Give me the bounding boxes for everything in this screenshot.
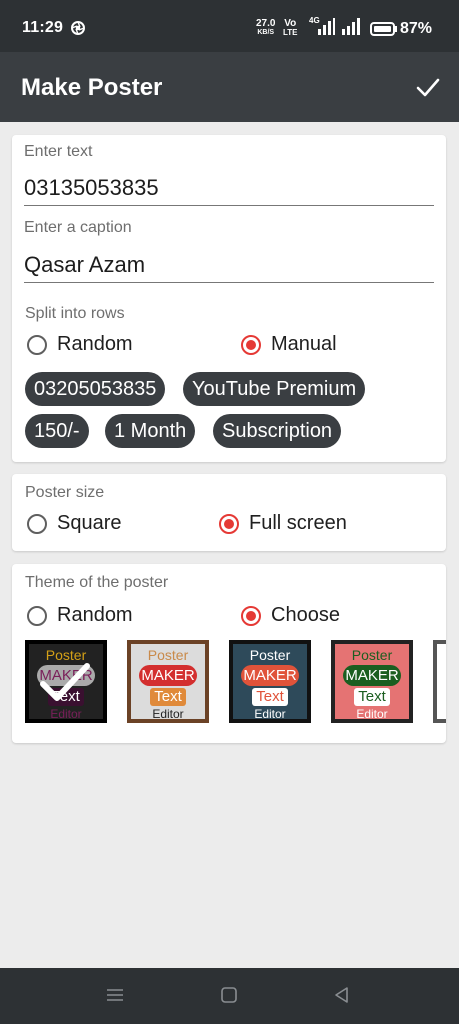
theme-label: Theme of the poster xyxy=(25,574,169,591)
radio-circle xyxy=(27,605,47,626)
theme-thumbnail-4[interactable]: Poster MAKER Text Editor xyxy=(331,640,413,723)
radio-circle xyxy=(241,334,261,355)
caption-input[interactable] xyxy=(24,248,434,283)
battery-icon xyxy=(370,22,397,36)
radio-label: Random xyxy=(57,333,133,355)
radio-label: Manual xyxy=(271,333,337,355)
radio-circle xyxy=(27,334,47,355)
size-label: Poster size xyxy=(25,484,105,501)
app-bar: Make Poster xyxy=(0,52,459,122)
row-chip[interactable]: YouTube Premium xyxy=(183,372,366,406)
theme-choose-radio[interactable]: Choose xyxy=(241,604,340,627)
theme-random-radio[interactable]: Random xyxy=(27,604,133,627)
size-square-radio[interactable]: Square xyxy=(27,512,122,535)
theme-line-3: Text xyxy=(252,688,288,706)
theme-thumbnail-1[interactable]: Poster MAKER Text Editor xyxy=(25,640,107,723)
theme-line-2: MAKER xyxy=(241,665,299,686)
split-random-radio[interactable]: Random xyxy=(27,333,133,356)
back-icon[interactable] xyxy=(333,986,351,1004)
volte-indicator: Vo LTE xyxy=(283,18,298,38)
size-fullscreen-radio[interactable]: Full screen xyxy=(219,512,347,535)
theme-card: Theme of the poster Random Choose Poster… xyxy=(12,564,446,743)
volte-bottom: LTE xyxy=(283,28,298,37)
status-time: 11:29 xyxy=(22,19,64,36)
radio-label: Choose xyxy=(271,604,340,626)
size-card: Poster size Square Full screen xyxy=(12,474,446,551)
text-card: Enter text Enter a caption Split into ro… xyxy=(12,135,446,462)
theme-thumbnail-2[interactable]: Poster MAKER Text Editor xyxy=(127,640,209,723)
text-input[interactable] xyxy=(24,171,434,206)
theme-line-1: Poster xyxy=(249,647,291,663)
menu-icon[interactable] xyxy=(106,986,124,1004)
theme-line-2: MAKER xyxy=(139,665,197,686)
row-chip[interactable]: Subscription xyxy=(213,414,342,448)
text-label: Enter text xyxy=(24,143,93,160)
theme-line-2: MAKER xyxy=(343,665,401,686)
theme-line-1: Poster xyxy=(147,647,189,663)
radio-circle xyxy=(27,513,47,534)
home-icon[interactable] xyxy=(220,986,238,1004)
split-label: Split into rows xyxy=(25,305,125,322)
radio-circle xyxy=(241,605,261,626)
radio-label: Square xyxy=(57,512,122,534)
theme-thumbnail-3[interactable]: Poster MAKER Text Editor xyxy=(229,640,311,723)
theme-line-3: Text xyxy=(150,688,186,706)
signal-icon xyxy=(342,18,360,35)
check-icon xyxy=(416,78,440,97)
caption-label: Enter a caption xyxy=(24,219,132,236)
split-manual-radio[interactable]: Manual xyxy=(241,333,337,356)
status-bar: 11:29 27.0 KB/S Vo LTE 4G 87% xyxy=(0,0,459,52)
radio-label: Random xyxy=(57,604,133,626)
row-chip[interactable]: 150/- xyxy=(25,414,89,448)
net-speed: 27.0 KB/S xyxy=(256,19,275,37)
row-chip[interactable]: 1 Month xyxy=(105,414,196,448)
volte-top: Vo xyxy=(284,18,297,29)
theme-thumbnail-5[interactable] xyxy=(433,640,446,723)
net-speed-value: 27.0 xyxy=(256,18,276,29)
confirm-button[interactable] xyxy=(408,70,448,106)
theme-line-3: Text xyxy=(354,688,390,706)
radio-label: Full screen xyxy=(249,512,347,534)
aperture-icon xyxy=(71,21,85,35)
radio-circle xyxy=(219,513,239,534)
theme-line-4: Editor xyxy=(254,707,286,721)
navigation-bar xyxy=(0,968,459,1024)
net-speed-unit: KB/S xyxy=(257,29,275,36)
selected-check-icon xyxy=(40,663,90,701)
theme-line-1: Poster xyxy=(351,647,393,663)
theme-line-4: Editor xyxy=(356,707,388,721)
theme-line-4: Editor xyxy=(152,707,184,721)
battery-percent: 87% xyxy=(400,20,433,37)
row-chip[interactable]: 03205053835 xyxy=(25,372,166,406)
page-title: Make Poster xyxy=(21,74,163,101)
